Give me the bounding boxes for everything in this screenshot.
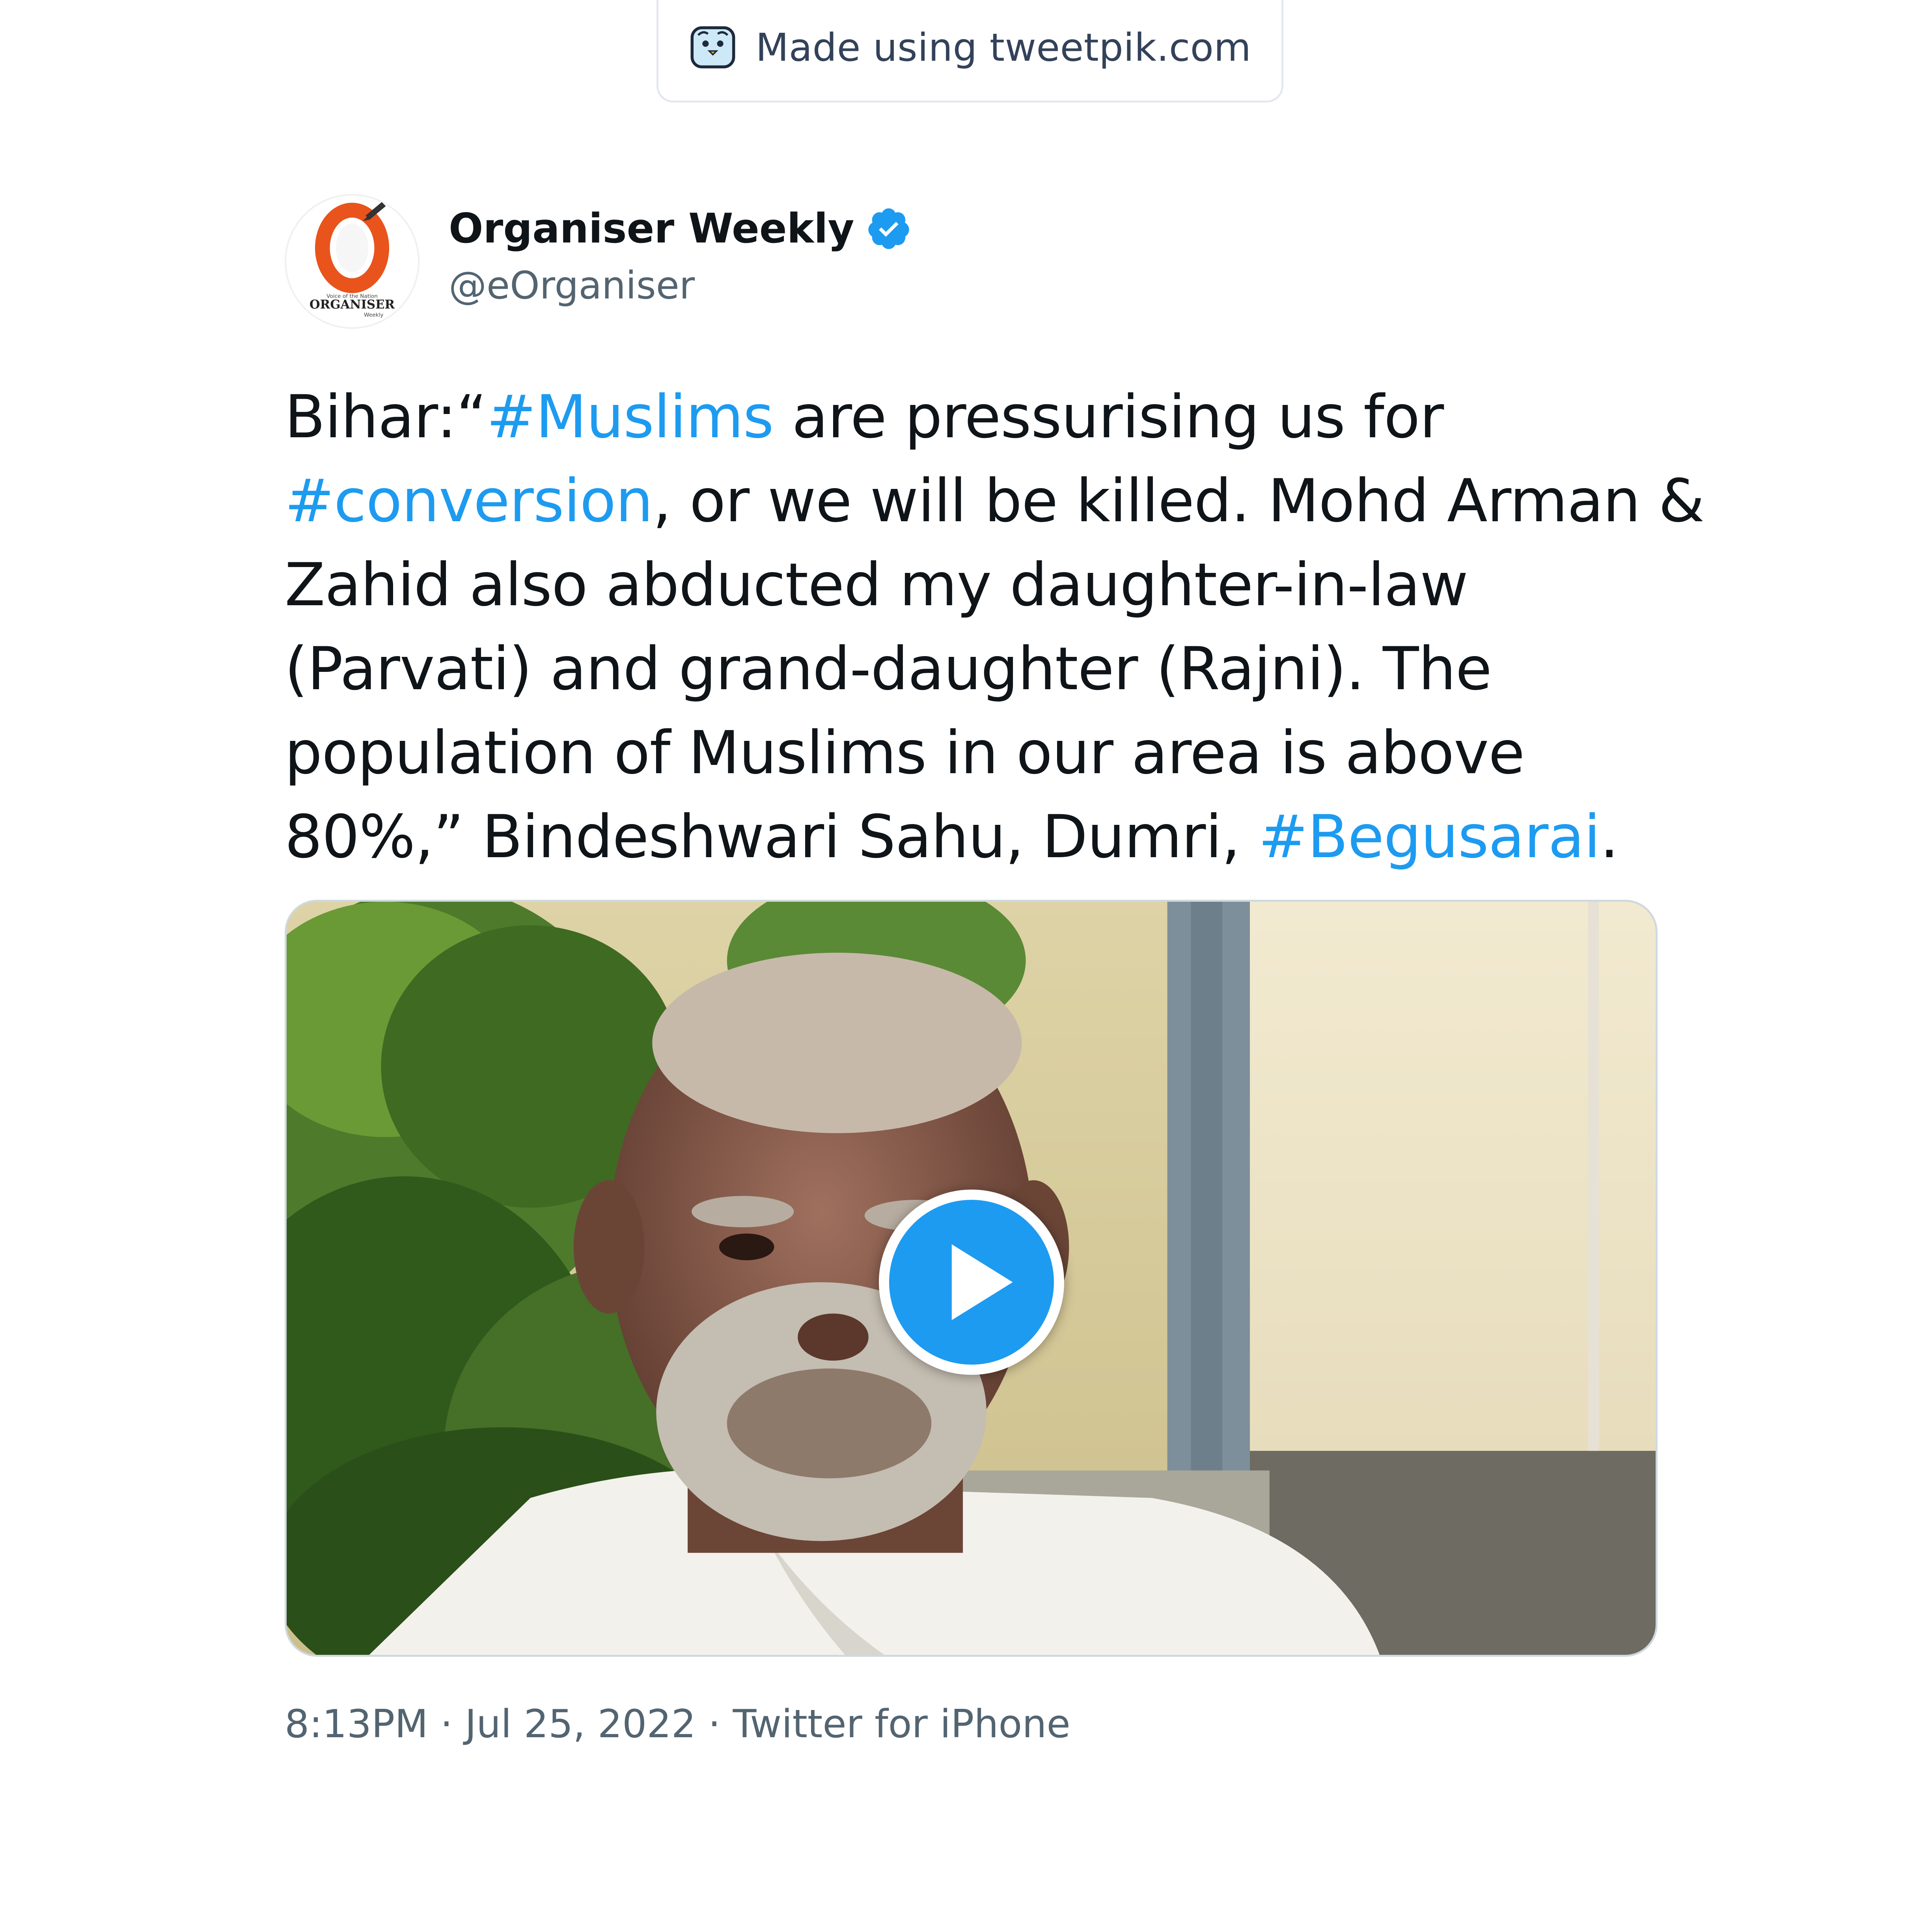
watermark-text: Made using tweetpik.com <box>755 25 1251 70</box>
play-button[interactable] <box>879 1190 1064 1375</box>
tweet-text: Bihar:“#Muslims are pressurising us for #… <box>285 375 1704 879</box>
tweet-text-segment: Bihar:“ <box>285 383 487 451</box>
meta-separator: · <box>428 1702 465 1747</box>
author-handle[interactable]: @eOrganiser <box>449 263 695 308</box>
tweet-text-segment: are pressurising us for <box>773 383 1444 451</box>
verified-badge-icon <box>868 208 909 249</box>
tweet-text-line: Bihar:“#Muslims are pressurising us for <box>285 375 1673 459</box>
meta-separator: · <box>696 1702 733 1747</box>
tweet-text-line: #conversion, or we will be killed. Mohd … <box>285 459 1704 543</box>
tweet-date[interactable]: Jul 25, 2022 <box>465 1702 696 1747</box>
hashtag-link[interactable]: #Begusarai <box>1259 803 1600 871</box>
avatar-brand-subtext: Weekly <box>364 312 383 318</box>
tweetpik-logo-icon <box>691 26 735 69</box>
organiser-logo-icon: Voice of the Nation ORGANISER Weekly <box>310 202 395 318</box>
author-name[interactable]: Organiser Weekly <box>449 205 854 252</box>
video-thumbnail[interactable] <box>285 900 1658 1657</box>
play-icon <box>951 1244 1013 1320</box>
tweet-text-segment: population of Muslims in our area is abo… <box>285 719 1525 787</box>
avatar-brand-text: ORGANISER <box>310 298 395 312</box>
avatar[interactable]: Voice of the Nation ORGANISER Weekly <box>285 194 420 329</box>
tweet-meta: 8:13PM · Jul 25, 2022 · Twitter for iPho… <box>285 1702 1070 1747</box>
hashtag-link[interactable]: #conversion <box>285 467 653 535</box>
tweet-time[interactable]: 8:13PM <box>285 1702 428 1747</box>
tweet-text-line: Zahid also abducted my daughter-in-law <box>285 543 1673 627</box>
tweet-text-segment: , or we will be killed. Mohd Arman & <box>653 467 1704 535</box>
author-name-row: Organiser Weekly <box>449 205 912 252</box>
tweet-text-segment: Zahid also abducted my daughter-in-law <box>285 551 1468 619</box>
tweet-text-segment: 80%,” Bindeshwari Sahu, Dumri, <box>285 803 1259 871</box>
tweet-source: Twitter for iPhone <box>733 1702 1070 1747</box>
hashtag-link[interactable]: #Muslims <box>487 383 774 451</box>
tweet-text-segment: (Parvati) and grand-daughter (Rajni). Th… <box>285 635 1492 703</box>
tweet-text-line: population of Muslims in our area is abo… <box>285 711 1673 795</box>
tweetpik-watermark[interactable]: Made using tweetpik.com <box>656 0 1283 103</box>
tweet-text-segment: . <box>1600 803 1619 871</box>
tweet-text-line: (Parvati) and grand-daughter (Rajni). Th… <box>285 627 1673 711</box>
tweet-text-line: 80%,” Bindeshwari Sahu, Dumri, #Begusara… <box>285 795 1673 879</box>
